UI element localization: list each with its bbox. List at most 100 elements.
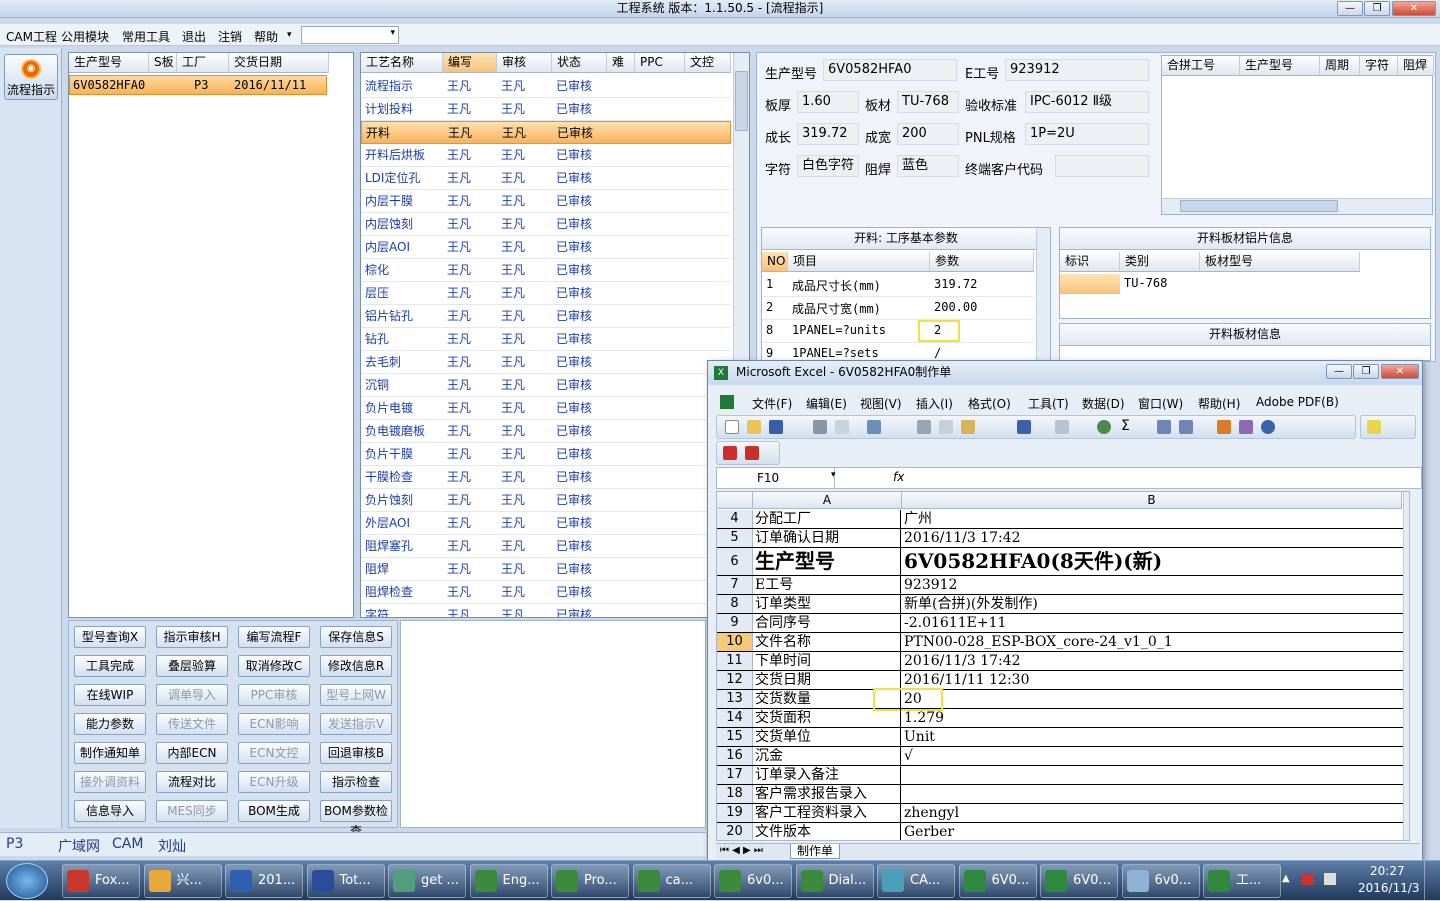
flow-button[interactable]: ◉ 流程指示 [4,54,58,100]
action-button[interactable]: 型号上网W [320,684,392,706]
col-merge-cycle[interactable]: 周期 [1320,56,1360,76]
sheet-scrollbar[interactable] [1403,492,1409,840]
taskbar-button[interactable]: get ... [388,864,466,898]
action-button[interactable]: BOM生成 [238,800,310,822]
sheet-row[interactable]: 14 交货面积 1.279 [717,709,1409,728]
sheet-row[interactable]: 16 沉金 √ [717,747,1409,766]
action-button[interactable]: 编写流程F [238,626,310,648]
paste-icon[interactable] [961,420,975,434]
excel-menu-format[interactable]: 格式(O) [968,395,1011,412]
action-button[interactable]: 内部ECN [156,742,228,764]
col-doc[interactable]: 文控 [685,53,731,73]
action-button[interactable]: 传送文件 [156,713,228,735]
process-row[interactable]: 钻孔 王凡 王凡 已审核 [361,328,731,351]
sheet-row[interactable]: 7 E工号 923912 [717,576,1409,595]
col-param[interactable]: 参数 [930,252,1034,272]
col-merge-model[interactable]: 生产型号 [1240,56,1320,76]
process-row[interactable]: 阻焊塞孔 王凡 王凡 已审核 [361,535,731,558]
action-button[interactable]: 能力参数 [74,713,146,735]
save-icon[interactable] [769,420,783,434]
action-button[interactable]: BOM参数检查 [320,800,392,838]
taskbar-button[interactable]: Tot... [306,864,385,898]
show-desktop-button[interactable] [1424,861,1440,901]
col-sboard[interactable]: S板 [149,53,177,73]
process-row[interactable]: 层压 王凡 王凡 已审核 [361,282,731,305]
sheet-row[interactable]: 18 客户需求报告录入 [717,785,1409,804]
sheet-row[interactable]: 19 客户工程资料录入 zhengyl [717,804,1409,823]
accept-field[interactable]: IPC-6012 Ⅱ级 [1025,91,1149,113]
col-date[interactable]: 交货日期 [229,53,329,73]
col-category[interactable]: 类别 [1120,252,1200,272]
taskbar-button[interactable]: ca... [632,864,711,898]
excel-minimize-button[interactable]: — [1326,364,1352,379]
action-button[interactable]: 制作通知单 [74,742,146,764]
menu-common-module[interactable]: 公用模块 [61,28,109,45]
excel-menu-edit[interactable]: 编辑(E) [806,395,847,412]
col-difficulty[interactable]: 难 [607,53,635,73]
taskbar-button[interactable]: CA... [877,864,955,898]
action-button[interactable]: 接外调资料 [74,771,146,793]
minimize-button[interactable]: — [1337,1,1363,16]
taskbar-button[interactable]: Dial... [795,864,874,898]
action-button[interactable]: ECN文控 [238,742,310,764]
action-button[interactable]: 修改信息R [320,655,392,677]
copy-icon[interactable] [939,420,953,434]
cust-field[interactable] [1055,155,1149,177]
action-button[interactable]: ECN影响 [238,713,310,735]
process-row[interactable]: 阻焊 王凡 王凡 已审核 [361,558,731,581]
excel-menu-tools[interactable]: 工具(T) [1028,395,1069,412]
undo-icon[interactable] [1017,420,1031,434]
new-icon[interactable] [725,420,739,434]
excel-menu-insert[interactable]: 插入(I) [916,395,953,412]
action-button[interactable]: 在线WIP [74,684,146,706]
process-row[interactable]: 字符 王凡 王凡 已审核 [361,604,731,617]
process-row[interactable]: 干膜检查 王凡 王凡 已审核 [361,466,731,489]
pnl-field[interactable]: 1P=2U [1025,123,1149,145]
action-button[interactable]: 保存信息S [320,626,392,648]
thick-field[interactable]: 1.60 [797,91,859,113]
taskbar-button[interactable]: 6v0... [714,864,792,898]
col-ppc[interactable]: PPC [635,53,685,73]
action-button[interactable]: 信息导入 [74,800,146,822]
menu-cam[interactable]: CAM工程 [6,28,57,45]
process-row[interactable]: 流程指示 王凡 王凡 已审核 [361,75,731,98]
excel-close-button[interactable]: ✕ [1381,364,1419,379]
eno-field[interactable]: 923912 [1005,59,1149,81]
action-button[interactable]: 调单导入 [156,684,228,706]
action-button[interactable]: 回退审核B [320,742,392,764]
sheet-row[interactable]: 5 订单确认日期 2016/11/3 17:42 [717,529,1409,548]
sheet-row[interactable]: 8 订单类型 新单(合拼)(外发制作) [717,595,1409,614]
taskbar-button[interactable]: 201... [225,864,303,898]
excel-menu-view[interactable]: 视图(V) [860,395,902,412]
excel-menu-data[interactable]: 数据(D) [1082,395,1125,412]
sort-asc-icon[interactable] [1157,420,1171,434]
preview-icon[interactable] [835,420,849,434]
col-process[interactable]: 工艺名称 [361,53,443,73]
taskbar-button[interactable]: 6V0... [1040,864,1118,898]
col-writer[interactable]: 编写 [443,53,497,73]
action-button[interactable]: 工具完成 [74,655,146,677]
action-button[interactable]: 发送指示V [320,713,392,735]
sheet-row[interactable]: 4 分配工厂 广州 [717,510,1409,529]
col-merge-no[interactable]: 合拼工号 [1162,56,1240,76]
mat-field[interactable]: TU-768 [897,91,959,113]
maximize-button[interactable]: ❐ [1364,1,1390,16]
excel-menu-window[interactable]: 窗口(W) [1138,395,1183,412]
product-row[interactable]: 6V0582HFA0 P3 2016/11/11 [69,75,327,95]
open-icon[interactable] [747,420,761,434]
cut-scrollbar[interactable] [1036,228,1050,360]
action-button[interactable]: 叠层验算 [156,655,228,677]
chart-icon[interactable] [1217,420,1231,434]
col-item[interactable]: 项目 [788,252,930,272]
merge-hscroll[interactable] [1162,198,1432,214]
process-row[interactable]: LDI定位孔 王凡 王凡 已审核 [361,167,731,190]
menu-tools[interactable]: 常用工具 [122,28,170,45]
menu-exit[interactable]: 退出 [182,28,206,45]
wid-field[interactable]: 200 [897,123,959,145]
excel-maximize-button[interactable]: ❐ [1353,364,1379,379]
char-field[interactable]: 白色字符 [797,155,859,177]
corner-cell[interactable] [717,492,753,509]
pdf-mail-icon[interactable] [745,446,759,460]
menu-logout[interactable]: 注销 [218,28,242,45]
sheet-row[interactable]: 17 订单录入备注 [717,766,1409,785]
